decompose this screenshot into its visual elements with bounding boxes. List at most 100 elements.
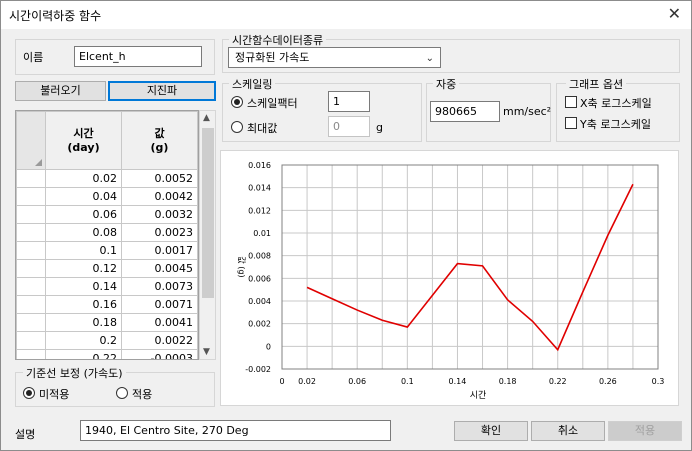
value-cell[interactable]: 0.0045 [121,259,198,278]
close-icon[interactable]: ✕ [668,4,681,23]
time-cell[interactable]: 0.04 [45,187,122,206]
table-corner[interactable] [16,111,46,170]
column-header-value[interactable]: 값 (g) [121,111,198,170]
table-row[interactable]: 0.08 0.0023 [16,223,198,242]
row-header[interactable] [16,313,46,332]
y-tick-label: 0.006 [248,274,271,283]
gravity-unit: mm/sec² [503,105,552,118]
scroll-down-icon[interactable]: ▼ [203,347,210,357]
scrollbar-thumb[interactable] [202,128,214,298]
x-tick-label: 0.26 [599,377,617,386]
y-tick-label: 0.002 [248,320,271,329]
cancel-button[interactable]: 취소 [531,421,605,441]
y-tick-label: 0.008 [248,252,271,261]
max-value-input[interactable]: 0 [328,116,370,137]
x-tick-label: 0.18 [499,377,517,386]
table-row[interactable]: 0.02 0.0052 [16,169,198,188]
value-cell[interactable]: 0.0042 [121,187,198,206]
time-history-chart: -0.002 0 0.002 0.004 0.006 0.008 0.01 0.012 0.01… [220,150,679,406]
row-header[interactable] [16,349,46,359]
row-header[interactable] [16,241,46,260]
y-tick-label: 0.004 [248,297,271,306]
table-row[interactable]: 0.12 0.0045 [16,259,198,278]
time-cell[interactable]: 0.16 [45,295,122,314]
y-tick-label: 0 [266,342,271,351]
value-cell[interactable]: 0.0022 [121,331,198,350]
window-title: 시간이력하중 함수 [9,9,102,23]
row-header[interactable] [16,331,46,350]
apply-button[interactable]: 적용 [608,421,682,441]
value-cell[interactable]: 0.0032 [121,205,198,224]
gravity-input[interactable]: 980665 [430,101,500,122]
x-log-checkbox[interactable] [565,96,577,108]
value-cell[interactable]: 0.0052 [121,169,198,188]
table-row[interactable]: 0.18 0.0041 [16,313,198,332]
data-type-select[interactable]: 정규화된 가속도 ⌄ [228,47,441,68]
data-type-label: 시간함수데이터종류 [229,32,327,48]
seismic-button[interactable]: 지진파 [108,81,216,101]
name-input[interactable]: Elcent_h [74,46,202,67]
row-header[interactable] [16,277,46,296]
time-cell[interactable]: 0.22 [45,349,122,359]
table-row[interactable]: 0.22 -0.0003 [16,349,198,359]
chart-svg: -0.002 0 0.002 0.004 0.006 0.008 0.01 0.012 0.01… [237,161,665,401]
load-button[interactable]: 불러오기 [15,81,106,101]
y-tick-label: 0.014 [248,184,271,193]
time-cell[interactable]: 0.12 [45,259,122,278]
description-input[interactable]: 1940, El Centro Site, 270 Deg [80,420,391,441]
series-line [306,183,634,352]
baseline-applied-label: 적용 [132,388,153,401]
table-row[interactable]: 0.06 0.0032 [16,205,198,224]
time-cell[interactable]: 0.18 [45,313,122,332]
dialog-window: 시간이력하중 함수 ✕ 이름 Elcent_h 불러오기 지진파 시간 (day… [0,0,692,451]
time-cell[interactable]: 0.1 [45,241,122,260]
column-header-time[interactable]: 시간 (day) [45,111,122,170]
time-cell[interactable]: 0.2 [45,331,122,350]
time-cell[interactable]: 0.08 [45,223,122,242]
scroll-up-icon[interactable]: ▲ [203,113,210,123]
time-cell[interactable]: 0.14 [45,277,122,296]
plot-frame [281,164,659,370]
row-header[interactable] [16,259,46,278]
time-cell[interactable]: 0.06 [45,205,122,224]
value-cell[interactable]: 0.0073 [121,277,198,296]
x-tick-label: 0.14 [449,377,467,386]
y-log-checkbox[interactable] [565,117,577,129]
value-cell[interactable]: 0.0041 [121,313,198,332]
table-row[interactable]: 0.04 0.0042 [16,187,198,206]
scale-factor-radio[interactable] [231,96,243,108]
y-tick-label: 0.016 [248,161,271,170]
value-cell[interactable]: -0.0003 [121,349,198,359]
row-header[interactable] [16,223,46,242]
row-header[interactable] [16,205,46,224]
chevron-down-icon: ⌄ [425,53,434,64]
baseline-not-applied-radio[interactable] [23,387,35,399]
scale-factor-input[interactable]: 1 [328,91,370,112]
row-header[interactable] [16,169,46,188]
max-value-unit: g [376,121,383,134]
y-log-label: Y축 로그스케일 [580,118,651,131]
scale-factor-label: 스케일팩터 [247,97,298,110]
table-scrollbar[interactable]: ▲ ▼ [199,110,216,360]
table-row[interactable]: 0.14 0.0073 [16,277,198,296]
x-tick-label: 0.3 [652,377,665,386]
max-value-radio[interactable] [231,121,243,133]
x-tick-label: 0.1 [401,377,414,386]
value-cell[interactable]: 0.0071 [121,295,198,314]
ok-button[interactable]: 확인 [454,421,528,441]
table-row[interactable]: 0.16 0.0071 [16,295,198,314]
x-tick-label: 0 [279,377,284,386]
x-tick-label: 0.02 [298,377,316,386]
x-axis-label: 시간 [470,390,487,401]
value-cell[interactable]: 0.0023 [121,223,198,242]
row-header[interactable] [16,295,46,314]
data-table[interactable]: 시간 (day) 값 (g) 0.02 0.0052 0.04 0.0042 0.06 0… [15,110,199,360]
value-cell[interactable]: 0.0017 [121,241,198,260]
time-cell[interactable]: 0.02 [45,169,122,188]
x-tick-label: 0.06 [348,377,366,386]
table-row[interactable]: 0.2 0.0022 [16,331,198,350]
table-row[interactable]: 0.1 0.0017 [16,241,198,260]
y-tick-label: 0.01 [253,229,271,238]
baseline-applied-radio[interactable] [116,387,128,399]
row-header[interactable] [16,187,46,206]
